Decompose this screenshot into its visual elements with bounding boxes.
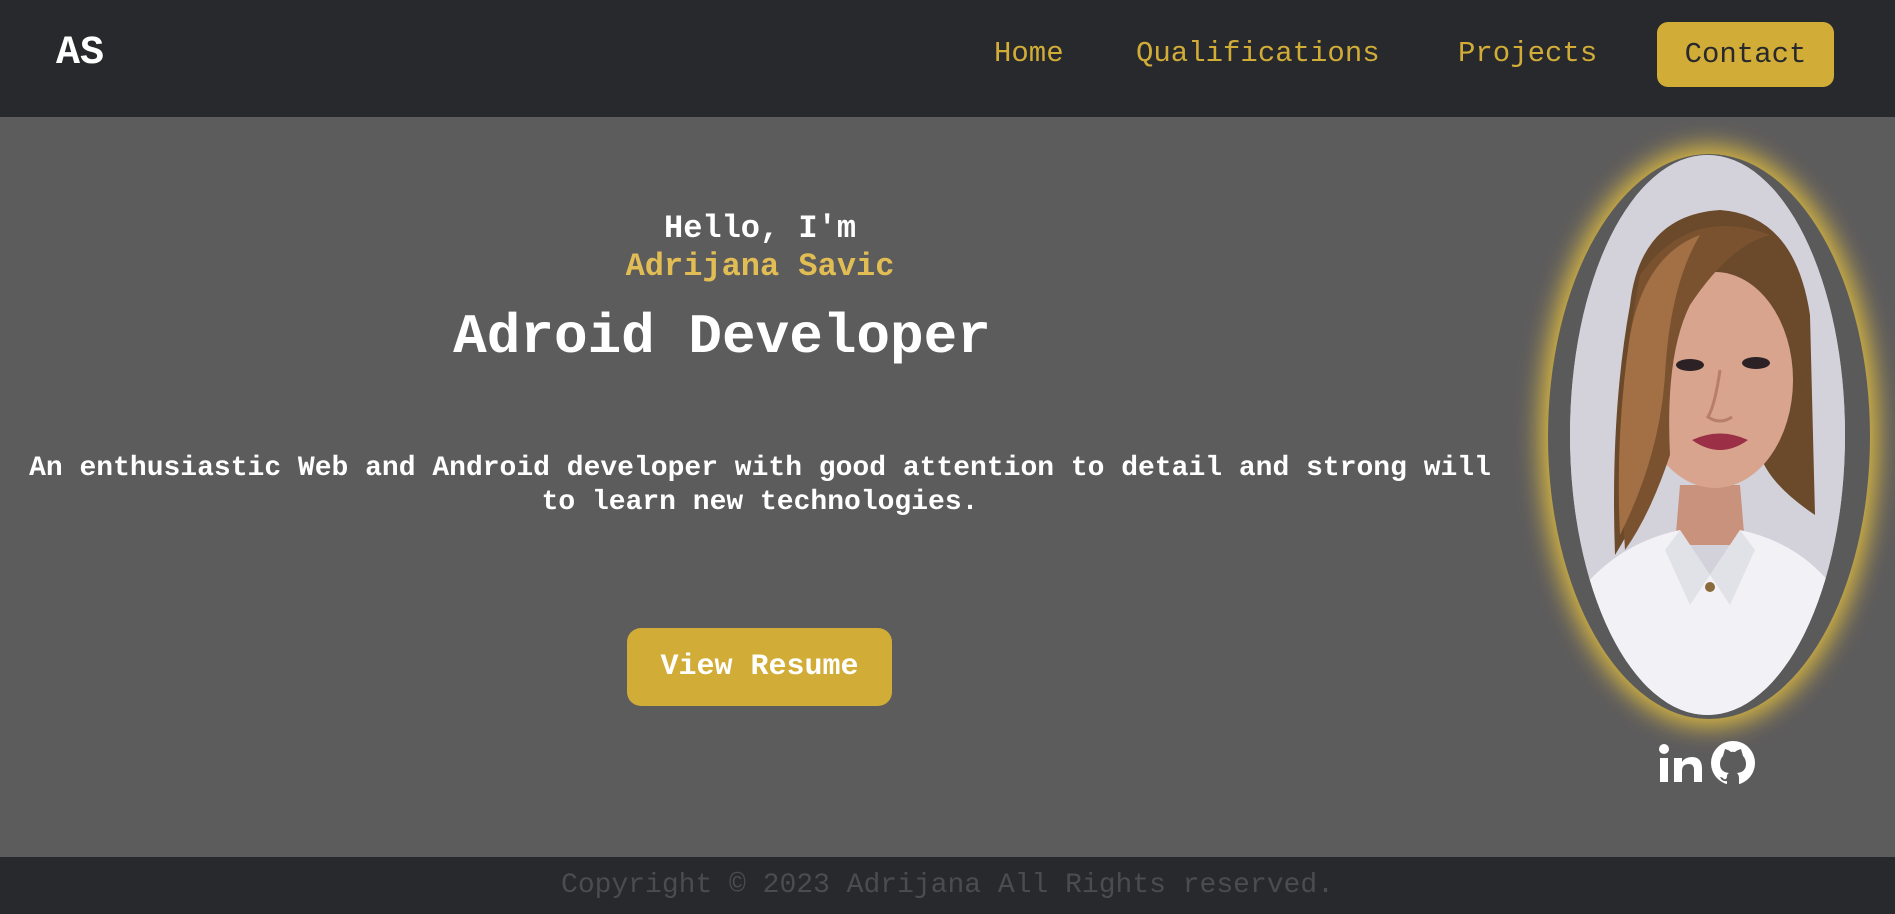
site-logo[interactable]: AS bbox=[56, 34, 104, 74]
navbar: AS Home Qualifications Projects Contact bbox=[0, 0, 1895, 117]
hero-text: Hello, I'm Adrijana Savic Adroid Develop… bbox=[0, 117, 1520, 857]
nav-link-home[interactable]: Home bbox=[994, 38, 1064, 70]
role-title: Adroid Developer bbox=[453, 305, 991, 369]
nav-link-qualifications[interactable]: Qualifications bbox=[1136, 38, 1380, 70]
profile-photo bbox=[1570, 155, 1845, 715]
nav-link-projects[interactable]: Projects bbox=[1458, 38, 1597, 70]
profile-photo-illustration bbox=[1570, 155, 1845, 715]
linkedin-icon[interactable] bbox=[1658, 740, 1704, 786]
contact-button[interactable]: Contact bbox=[1657, 22, 1834, 87]
view-resume-button[interactable]: View Resume bbox=[627, 628, 892, 706]
copyright-text: Copyright © 2023 Adrijana All Rights res… bbox=[561, 870, 1334, 901]
footer: Copyright © 2023 Adrijana All Rights res… bbox=[0, 857, 1895, 914]
github-icon[interactable] bbox=[1710, 740, 1756, 786]
bio-text: An enthusiastic Web and Android develope… bbox=[29, 453, 1491, 518]
person-name: Adrijana Savic bbox=[625, 248, 895, 285]
greeting-text: Hello, I'm bbox=[663, 210, 857, 247]
